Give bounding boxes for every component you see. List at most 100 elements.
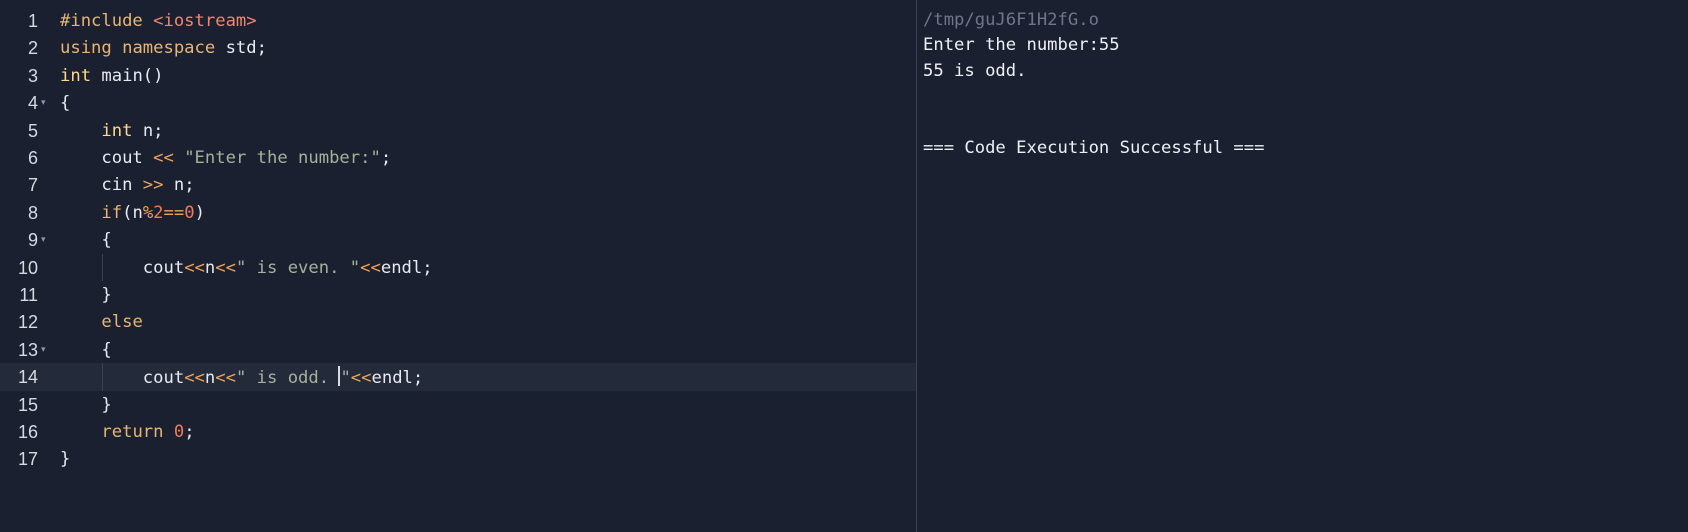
code-line[interactable]: 8 if(n%2==0)	[0, 199, 916, 226]
line-number: 8	[27, 202, 38, 223]
code-token: else	[101, 312, 143, 333]
code-token: std;	[225, 38, 267, 59]
code-text[interactable]: cout<<n<<" is odd. "<<endl;	[60, 366, 423, 389]
code-token: }	[60, 394, 112, 415]
code-token: <<	[153, 148, 174, 168]
code-token: cin	[60, 175, 143, 196]
line-number: 13	[17, 339, 38, 360]
code-token: "	[340, 368, 351, 389]
code-text[interactable]: {	[60, 339, 112, 361]
code-line[interactable]: 10 cout<<n<<" is even. "<<endl;	[0, 253, 916, 281]
code-editor[interactable]: 1 #include <iostream> 2 using namespace std…	[0, 0, 916, 532]
fold-arrow-icon[interactable]: ▾	[41, 344, 46, 356]
code-token: #include	[60, 11, 154, 31]
code-line[interactable]: 9 ▾ {	[0, 226, 916, 253]
code-line[interactable]: 5 int n;	[0, 117, 916, 144]
code-token: namespace	[122, 38, 226, 59]
code-line[interactable]: 3 int main()	[0, 62, 916, 89]
code-line[interactable]: 16 return 0;	[0, 418, 916, 445]
code-token: "Enter the number:"	[184, 148, 381, 168]
code-line[interactable]: 14 cout<<n<<" is odd. "<<endl;	[0, 363, 916, 391]
line-number: 14	[17, 367, 38, 388]
code-text[interactable]: cout<<n<<" is even. "<<endl;	[60, 257, 433, 279]
code-line[interactable]: 15 }	[0, 391, 916, 418]
code-token: using	[60, 38, 123, 59]
code-token: 0	[184, 202, 195, 223]
line-number: 15	[17, 394, 38, 415]
code-text[interactable]: cout << "Enter the number:";	[60, 147, 391, 169]
code-text[interactable]: #include <iostream>	[60, 10, 257, 32]
code-token: n;	[163, 175, 195, 196]
code-token: <<	[350, 368, 372, 389]
code-token: ==	[163, 202, 185, 223]
output-status-line: === Code Execution Successful ===	[923, 138, 1265, 158]
code-line[interactable]: 6 cout << "Enter the number:";	[0, 144, 916, 171]
line-number: 6	[27, 148, 38, 168]
code-text[interactable]: cin >> n;	[60, 174, 195, 196]
fold-arrow-icon[interactable]: ▾	[41, 234, 46, 246]
code-token: {	[60, 93, 71, 114]
line-number: 10	[17, 257, 38, 278]
code-line[interactable]: 2 using namespace std;	[0, 34, 916, 61]
code-token: <<	[184, 368, 205, 389]
code-token: n	[204, 257, 216, 278]
code-text[interactable]: int n;	[60, 120, 163, 142]
code-token: <iostream>	[153, 11, 257, 31]
code-token: {	[60, 339, 112, 360]
output-result-line: 55 is odd.	[923, 61, 1027, 81]
code-line[interactable]: 7 cin >> n;	[0, 171, 916, 198]
code-token: main()	[101, 65, 164, 86]
code-text[interactable]: }	[60, 394, 112, 416]
code-line[interactable]: 1 #include <iostream>	[0, 7, 916, 34]
output-prompt-line: Enter the number:55	[923, 35, 1120, 55]
code-text[interactable]: else	[60, 311, 143, 333]
code-text[interactable]: }	[60, 284, 112, 306]
line-number: 11	[19, 285, 38, 305]
code-token: cout	[60, 368, 185, 389]
code-token: <<	[184, 257, 205, 278]
line-number: 17	[17, 449, 38, 470]
code-token: endl;	[371, 368, 424, 389]
code-token: int	[101, 120, 143, 141]
line-number: 9	[27, 230, 38, 251]
output-panel: /tmp/guJ6F1H2fG.o Enter the number:55 55…	[917, 0, 1688, 532]
code-token: ;	[184, 422, 195, 442]
line-number: 7	[27, 175, 38, 196]
code-token: )	[194, 202, 205, 223]
code-line[interactable]: 4 ▾ {	[0, 89, 916, 116]
code-text[interactable]: return 0;	[60, 421, 195, 443]
code-line[interactable]: 17}	[0, 445, 916, 472]
code-token: }	[60, 285, 112, 305]
code-token: (n	[122, 202, 143, 223]
code-token: <<	[215, 368, 236, 389]
code-line[interactable]: 12 else	[0, 308, 916, 335]
code-text[interactable]: {	[60, 229, 112, 251]
line-number: 1	[27, 11, 38, 31]
code-token: return	[101, 422, 174, 442]
code-text[interactable]: if(n%2==0)	[60, 202, 205, 224]
line-number: 16	[17, 422, 38, 442]
code-token: {	[60, 230, 112, 251]
line-number: 3	[27, 65, 38, 86]
code-token: <<	[215, 257, 236, 278]
line-number: 12	[17, 312, 38, 333]
code-text[interactable]: {	[60, 92, 70, 114]
code-line[interactable]: 11 }	[0, 281, 916, 308]
line-number: 4	[27, 93, 38, 114]
code-line[interactable]: 13 ▾ {	[0, 336, 916, 363]
code-token: n	[204, 368, 216, 389]
fold-arrow-icon[interactable]: ▾	[41, 97, 46, 109]
code-token: >>	[142, 175, 164, 196]
code-text[interactable]: int main()	[60, 65, 164, 87]
online-compiler-window: 1 #include <iostream> 2 using namespace std…	[0, 0, 1688, 532]
code-text[interactable]: using namespace std;	[60, 37, 267, 59]
code-token: int	[60, 65, 102, 86]
code-token: 2	[153, 202, 164, 223]
code-token: 0	[173, 422, 185, 442]
code-token: }	[60, 449, 71, 470]
code-text[interactable]: }	[60, 448, 70, 470]
